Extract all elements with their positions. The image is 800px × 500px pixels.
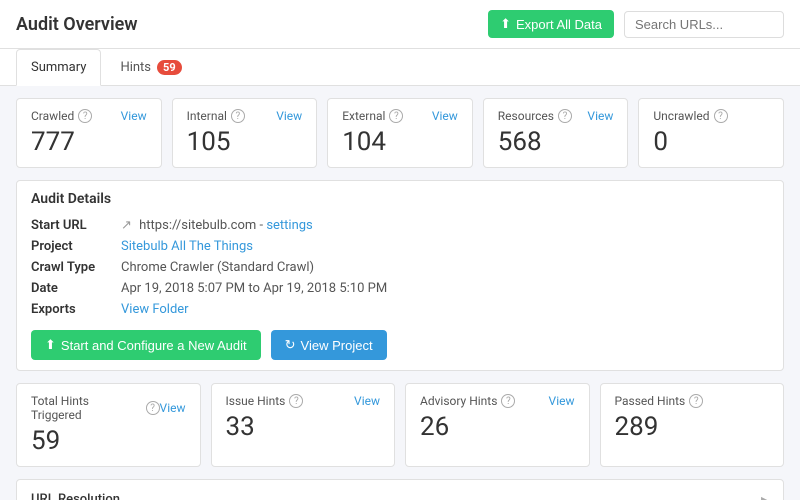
total-hints-info-icon[interactable]: ? (146, 401, 160, 415)
advisory-hints-info-icon[interactable]: ? (501, 394, 515, 408)
crawled-view-link[interactable]: View (121, 109, 147, 123)
total-hints-card: Total Hints Triggered ? View 59 (16, 383, 201, 467)
detail-row-start-url: Start URL ↗ https://sitebulb.com - setti… (31, 215, 769, 236)
bottom-stat-cards-row: Total Hints Triggered ? View 59 Issue Hi… (16, 383, 784, 467)
total-hints-view-link[interactable]: View (160, 401, 186, 415)
detail-row-exports: Exports View Folder (31, 299, 769, 320)
external-info-icon[interactable]: ? (389, 109, 403, 123)
crawl-type-value: Chrome Crawler (Standard Crawl) (121, 260, 314, 275)
crawled-info-icon[interactable]: ? (78, 109, 92, 123)
internal-info-icon[interactable]: ? (231, 109, 245, 123)
chevron-right-icon: ▸ (761, 490, 769, 500)
issue-hints-info-icon[interactable]: ? (289, 394, 303, 408)
date-value: Apr 19, 2018 5:07 PM to Apr 19, 2018 5:1… (121, 281, 387, 296)
resources-info-icon[interactable]: ? (558, 109, 572, 123)
internal-card: Internal ? View 105 (172, 98, 318, 168)
new-audit-button[interactable]: ⬆ Start and Configure a New Audit (31, 330, 261, 360)
issue-hints-value: 33 (226, 412, 381, 442)
page-header: Audit Overview ⬆ Export All Data (0, 0, 800, 49)
resources-value: 568 (498, 127, 614, 157)
export-icon: ⬆ (500, 16, 511, 32)
tab-summary[interactable]: Summary (16, 49, 101, 86)
advisory-hints-value: 26 (420, 412, 575, 442)
url-resolution-section: URL Resolution ▸ (16, 479, 784, 500)
advisory-hints-view-link[interactable]: View (549, 394, 575, 408)
resources-view-link[interactable]: View (587, 109, 613, 123)
page-title: Audit Overview (16, 14, 138, 35)
main-content: Crawled ? View 777 Internal ? View 105 (0, 86, 800, 500)
crawled-card: Crawled ? View 777 (16, 98, 162, 168)
upload-icon: ⬆ (45, 337, 56, 353)
crawled-value: 777 (31, 127, 147, 157)
uncrawled-info-icon[interactable]: ? (714, 109, 728, 123)
internal-view-link[interactable]: View (276, 109, 302, 123)
export-all-data-button[interactable]: ⬆ Export All Data (488, 10, 614, 38)
page-wrapper: Audit Overview ⬆ Export All Data Summary… (0, 0, 800, 500)
uncrawled-value: 0 (653, 127, 769, 157)
uncrawled-card: Uncrawled ? 0 (638, 98, 784, 168)
refresh-icon: ↻ (285, 337, 296, 353)
view-project-button[interactable]: ↻ View Project (271, 330, 387, 360)
passed-hints-value: 289 (615, 412, 770, 442)
action-buttons: ⬆ Start and Configure a New Audit ↻ View… (31, 330, 769, 360)
detail-row-project: Project Sitebulb All The Things (31, 236, 769, 257)
tabs-bar: Summary Hints 59 (0, 49, 800, 86)
exports-link[interactable]: View Folder (121, 302, 189, 317)
advisory-hints-card: Advisory Hints ? View 26 (405, 383, 590, 467)
url-resolution-title: URL Resolution (31, 492, 120, 500)
detail-row-date: Date Apr 19, 2018 5:07 PM to Apr 19, 201… (31, 278, 769, 299)
passed-hints-card: Passed Hints ? 289 (600, 383, 785, 467)
project-link[interactable]: Sitebulb All The Things (121, 239, 253, 254)
start-url-settings-link[interactable]: settings (266, 218, 312, 233)
external-card: External ? View 104 (327, 98, 473, 168)
audit-details: Audit Details Start URL ↗ https://sitebu… (16, 180, 784, 371)
total-hints-value: 59 (31, 426, 186, 456)
resources-card: Resources ? View 568 (483, 98, 629, 168)
hints-badge: 59 (157, 60, 182, 75)
external-value: 104 (342, 127, 458, 157)
header-right: ⬆ Export All Data (488, 10, 784, 38)
stat-cards-row: Crawled ? View 777 Internal ? View 105 (16, 98, 784, 168)
search-input[interactable] (624, 11, 784, 38)
passed-hints-info-icon[interactable]: ? (689, 394, 703, 408)
issue-hints-view-link[interactable]: View (354, 394, 380, 408)
external-view-link[interactable]: View (432, 109, 458, 123)
detail-row-crawl-type: Crawl Type Chrome Crawler (Standard Craw… (31, 257, 769, 278)
internal-value: 105 (187, 127, 303, 157)
external-link-icon: ↗ (121, 218, 132, 233)
issue-hints-card: Issue Hints ? View 33 (211, 383, 396, 467)
tab-hints[interactable]: Hints 59 (105, 49, 196, 86)
audit-details-title: Audit Details (31, 191, 769, 207)
